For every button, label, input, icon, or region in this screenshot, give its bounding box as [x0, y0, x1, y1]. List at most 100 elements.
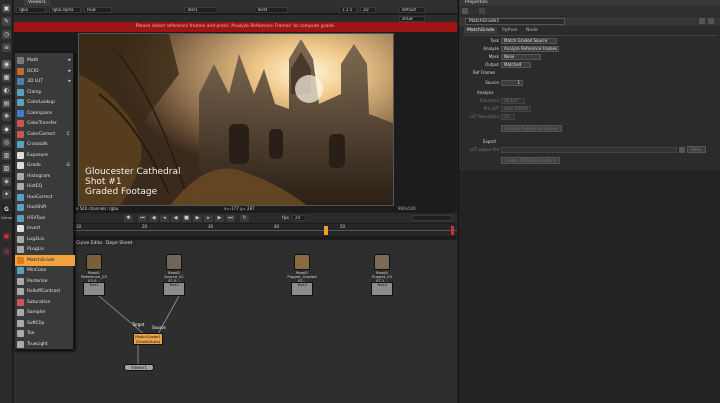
- transform-dropdown[interactable]: 3D LUT: [501, 98, 525, 104]
- menu-item-huecorrect[interactable]: HueCorrect: [15, 192, 75, 203]
- play-back-icon[interactable]: ◀: [171, 215, 180, 222]
- input-b-dropdown[interactable]: Text4: [254, 7, 288, 13]
- menu-item-log2lin[interactable]: Log2Lin: [15, 234, 75, 245]
- invert-icon: [17, 225, 24, 232]
- tab-node[interactable]: Node: [523, 27, 541, 34]
- view-dropdown[interactable]: default: [399, 7, 425, 13]
- menu-item-softclip[interactable]: SoftClip: [15, 318, 75, 329]
- lut-resolution-field[interactable]: 32: [501, 114, 515, 120]
- next-key-icon[interactable]: ▶: [215, 215, 224, 222]
- menu-item-histogram[interactable]: Histogram: [15, 171, 75, 182]
- draw-icon[interactable]: ✎: [2, 17, 11, 26]
- create-ocio-button[interactable]: Create OCIOFileTransform: [501, 157, 561, 164]
- menu-item-hueshift[interactable]: HueShift: [15, 202, 75, 213]
- transform-icon[interactable]: ✥: [2, 112, 11, 121]
- metadata-icon[interactable]: ▥: [2, 151, 11, 160]
- menu-item-matchgrade[interactable]: MatchGrade: [15, 254, 75, 266]
- node-name-field[interactable]: MatchGrade1: [465, 18, 565, 25]
- menu-item-ploglin[interactable]: PLogLin: [15, 244, 75, 255]
- keyer-icon[interactable]: ◐: [2, 86, 11, 95]
- image-icon[interactable]: ▣: [2, 4, 11, 13]
- zoom-dropdown[interactable]: 1:1.5: [339, 7, 357, 13]
- loop-icon[interactable]: ↻: [240, 215, 249, 222]
- menu-item-colorcorrect[interactable]: ColorCorrect C: [15, 129, 75, 140]
- viewer-panel: Viewer1 rgba rgba.alpha RGB Text1 Text4 …: [14, 0, 457, 240]
- close-icon[interactable]: [708, 18, 714, 24]
- 3d-icon[interactable]: ◆: [2, 125, 11, 134]
- timeline[interactable]: 10 20 30 40 50: [14, 224, 457, 236]
- filter-icon[interactable]: ▦: [2, 73, 11, 82]
- input-a-dropdown[interactable]: Text1: [184, 7, 218, 13]
- image-caption: Gloucester Cathedral Shot #1 Graded Foot…: [85, 167, 180, 197]
- task-dropdown[interactable]: Match Graded Source: [501, 38, 557, 44]
- menu-item-clamp[interactable]: Clamp: [15, 87, 75, 98]
- matchgrade-node[interactable]: MatchGrade1 (Grade/Auto): [133, 333, 163, 345]
- menu-item-toe[interactable]: Toe: [15, 328, 75, 339]
- gizmo-g-icon[interactable]: G: [2, 205, 11, 214]
- channel-icon[interactable]: ≡: [2, 43, 11, 52]
- prelut-dropdown[interactable]: Auto Detect: [501, 106, 531, 112]
- help-icon[interactable]: ◍: [2, 247, 11, 256]
- mode-dropdown[interactable]: 2D: [360, 7, 376, 13]
- out-point-field[interactable]: [412, 215, 452, 221]
- toolsets-icon[interactable]: ▧: [2, 164, 11, 173]
- menu-item-ocio[interactable]: OCIO ▸: [15, 66, 75, 77]
- menu-item-colortransfer[interactable]: ColorTransfer: [15, 118, 75, 129]
- menu-item-hsvtool[interactable]: HSVTool: [15, 213, 75, 224]
- colorspace-dropdown[interactable]: RGB: [84, 7, 112, 13]
- alpha-dropdown[interactable]: rgba.alpha: [49, 7, 81, 13]
- write-button[interactable]: Write: [687, 146, 706, 153]
- menu-item-grade[interactable]: Grade G: [15, 160, 75, 171]
- menu-item-colorlookup[interactable]: ColorLookup: [15, 97, 75, 108]
- folder-icon[interactable]: [679, 147, 685, 153]
- other-icon[interactable]: ◈: [2, 177, 11, 186]
- menu-item-math[interactable]: Math ▸: [15, 55, 75, 66]
- fps-field[interactable]: 24: [292, 215, 306, 221]
- cara-icon[interactable]: ●: [2, 232, 11, 241]
- out-marker[interactable]: [451, 226, 454, 235]
- prev-key-icon[interactable]: ◀: [149, 215, 158, 222]
- play-icon[interactable]: ▶: [193, 215, 202, 222]
- analyze-reference-frames-button[interactable]: Analyze Reference Frames: [501, 125, 562, 132]
- output-dropdown[interactable]: Matched: [501, 62, 531, 68]
- first-frame-icon[interactable]: ⏮: [138, 215, 147, 222]
- menu-item-3d-lut[interactable]: 3D LUT ▸: [15, 76, 75, 87]
- menu-item-sampler[interactable]: Sampler: [15, 307, 75, 318]
- menu-item-truelight[interactable]: TrueLight: [15, 339, 75, 350]
- playhead[interactable]: [324, 226, 328, 235]
- menu-item-invert[interactable]: Invert: [15, 223, 75, 234]
- step-back-icon[interactable]: ◂: [160, 215, 169, 222]
- menu-item-label: MinColor: [27, 268, 47, 273]
- tab-python[interactable]: Python: [499, 27, 521, 34]
- viewer-node[interactable]: Viewer1: [124, 364, 154, 371]
- furnace-icon[interactable]: ✦: [2, 190, 11, 199]
- time-icon[interactable]: ◷: [2, 30, 11, 39]
- lock-icon[interactable]: [462, 8, 468, 14]
- menu-item-colorspace[interactable]: Colorspace: [15, 108, 75, 119]
- merge-icon[interactable]: ▤: [2, 99, 11, 108]
- menu-item-crosstalk[interactable]: Crosstalk: [15, 139, 75, 150]
- stop-icon[interactable]: ■: [182, 215, 191, 222]
- menu-item-label: Histogram: [27, 173, 51, 179]
- analyze-dropdown[interactable]: Analyze Reference Frames: [501, 46, 559, 52]
- step-forward-icon[interactable]: ▸: [204, 215, 213, 222]
- views-icon[interactable]: ◎: [2, 138, 11, 147]
- menu-item-histeq[interactable]: HistEQ: [15, 181, 75, 192]
- color-icon[interactable]: ◉: [2, 60, 11, 69]
- channels-dropdown[interactable]: rgba: [16, 7, 46, 13]
- mask-dropdown[interactable]: None: [501, 54, 541, 60]
- hueshift-icon: [17, 204, 24, 211]
- menu-item-mincolor[interactable]: MinColor: [15, 265, 75, 276]
- properties-empty-area: [458, 170, 720, 403]
- menu-item-saturation[interactable]: Saturation: [15, 297, 75, 308]
- source-field[interactable]: 1: [501, 80, 523, 86]
- menu-item-posterize[interactable]: Posterize: [15, 276, 75, 287]
- tab-matchgrade[interactable]: MatchGrade: [464, 27, 498, 34]
- clear-icon[interactable]: [479, 8, 485, 14]
- float-icon[interactable]: [699, 18, 705, 24]
- settings-icon[interactable]: ✱: [124, 215, 133, 222]
- lut-output-file-field[interactable]: [501, 147, 677, 153]
- menu-item-rolloffcontrast[interactable]: RolloffContrast: [15, 286, 75, 297]
- menu-item-exposure[interactable]: Exposure: [15, 150, 75, 161]
- last-frame-icon[interactable]: ⏭: [226, 215, 235, 222]
